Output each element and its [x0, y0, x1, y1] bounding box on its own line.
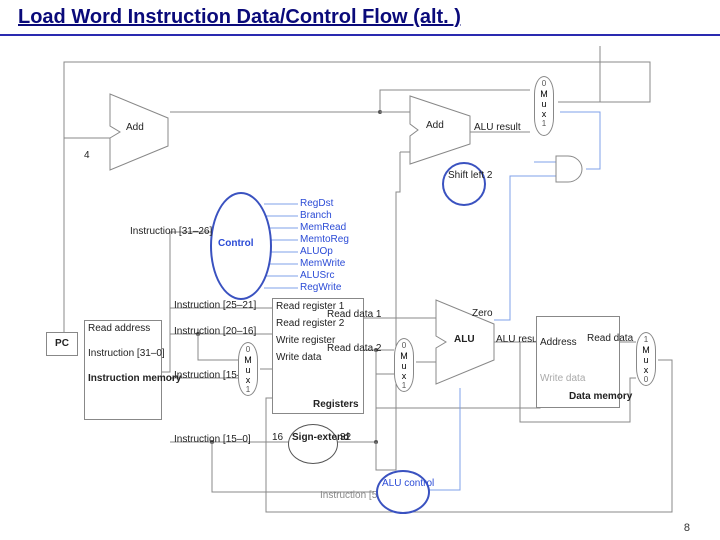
add-block-2: Add [426, 120, 444, 131]
title-underline [0, 34, 720, 36]
mux-alusrc-1: 1 [395, 381, 413, 391]
alu-result-label-top: ALU result [474, 122, 508, 133]
sig-regwrite: RegWrite [300, 282, 342, 293]
read-data-label: Read data [587, 333, 633, 344]
sign-extend-label: Sign-extend [292, 432, 332, 443]
instruction-memory: Read address Instruction [31–0] Instruct… [84, 320, 162, 420]
mux-label: M u x [535, 89, 553, 119]
datapath-diagram: Add 4 Add ALU result Shift left 2 0 M u … [40, 42, 690, 522]
mux-alusrc-0: 0 [395, 341, 413, 351]
mux-label: M u x [637, 345, 655, 375]
mux-memtoreg: 1 M u x 0 [636, 332, 656, 386]
alu-result-label: ALU result [496, 334, 530, 345]
instr-20-16: Instruction [20–16] [174, 326, 256, 337]
write-data-label: Write data [540, 373, 585, 384]
sig-branch: Branch [300, 210, 332, 221]
address-label: Address [540, 337, 577, 348]
instr-31-26: Instruction [31–26] [130, 226, 212, 237]
instruction-31-0: Instruction [31–0] [88, 348, 158, 359]
mux-pcsrc-0: 0 [535, 79, 553, 89]
add-block-1: Add [126, 122, 144, 133]
instruction-memory-label: Instruction memory [88, 373, 158, 384]
instr-15-0: Instruction [15–0] [174, 434, 251, 445]
sig-memwrite: MemWrite [300, 258, 345, 269]
control-label: Control [218, 238, 254, 249]
alu-label: ALU [454, 334, 475, 345]
shift-left-2-label: Shift left 2 [448, 170, 478, 181]
mux-alusrc: 0 M u x 1 [394, 338, 414, 392]
mux-pcsrc: 0 M u x 1 [534, 76, 554, 136]
sig-alusrc: ALUSrc [300, 270, 334, 281]
read-address-label: Read address [88, 323, 158, 334]
data-memory: Address Read data Write data Data memory [536, 316, 620, 408]
data-memory-label: Data memory [569, 391, 632, 402]
shift-left-2 [442, 162, 486, 206]
alu-control-label: ALU control [382, 478, 422, 489]
zero-label: Zero [472, 308, 493, 319]
mux-pcsrc-1: 1 [535, 119, 553, 129]
sign-extend-out: 32 [340, 432, 351, 443]
mux-label: M u x [239, 355, 257, 385]
sign-extend-in: 16 [272, 432, 283, 443]
mux-regdst-1: 1 [239, 385, 257, 395]
sign-extend [288, 424, 338, 464]
sig-aluop: ALUOp [300, 246, 333, 257]
pc: PC [46, 332, 78, 356]
sig-memread: MemRead [300, 222, 346, 233]
alu-control [376, 470, 430, 514]
wires [40, 42, 690, 522]
read-data2: Read data 2 [327, 343, 382, 354]
read-data1: Read data 1 [327, 309, 382, 320]
mux-regdst-0: 0 [239, 345, 257, 355]
mux-regdst: 0 M u x 1 [238, 342, 258, 396]
mux-label: M u x [395, 351, 413, 381]
instr-25-21: Instruction [25–21] [174, 300, 256, 311]
sig-memtoreg: MemtoReg [300, 234, 349, 245]
mux-memtoreg-1: 1 [637, 335, 655, 345]
page-number: 8 [684, 522, 690, 534]
sig-regdst: RegDst [300, 198, 333, 209]
const-4: 4 [84, 150, 90, 161]
page-title: Load Word Instruction Data/Control Flow … [18, 6, 461, 29]
registers-label: Registers [313, 399, 359, 410]
registers: Read register 1 Read register 2 Write re… [272, 298, 364, 414]
mux-memtoreg-0: 0 [637, 375, 655, 385]
